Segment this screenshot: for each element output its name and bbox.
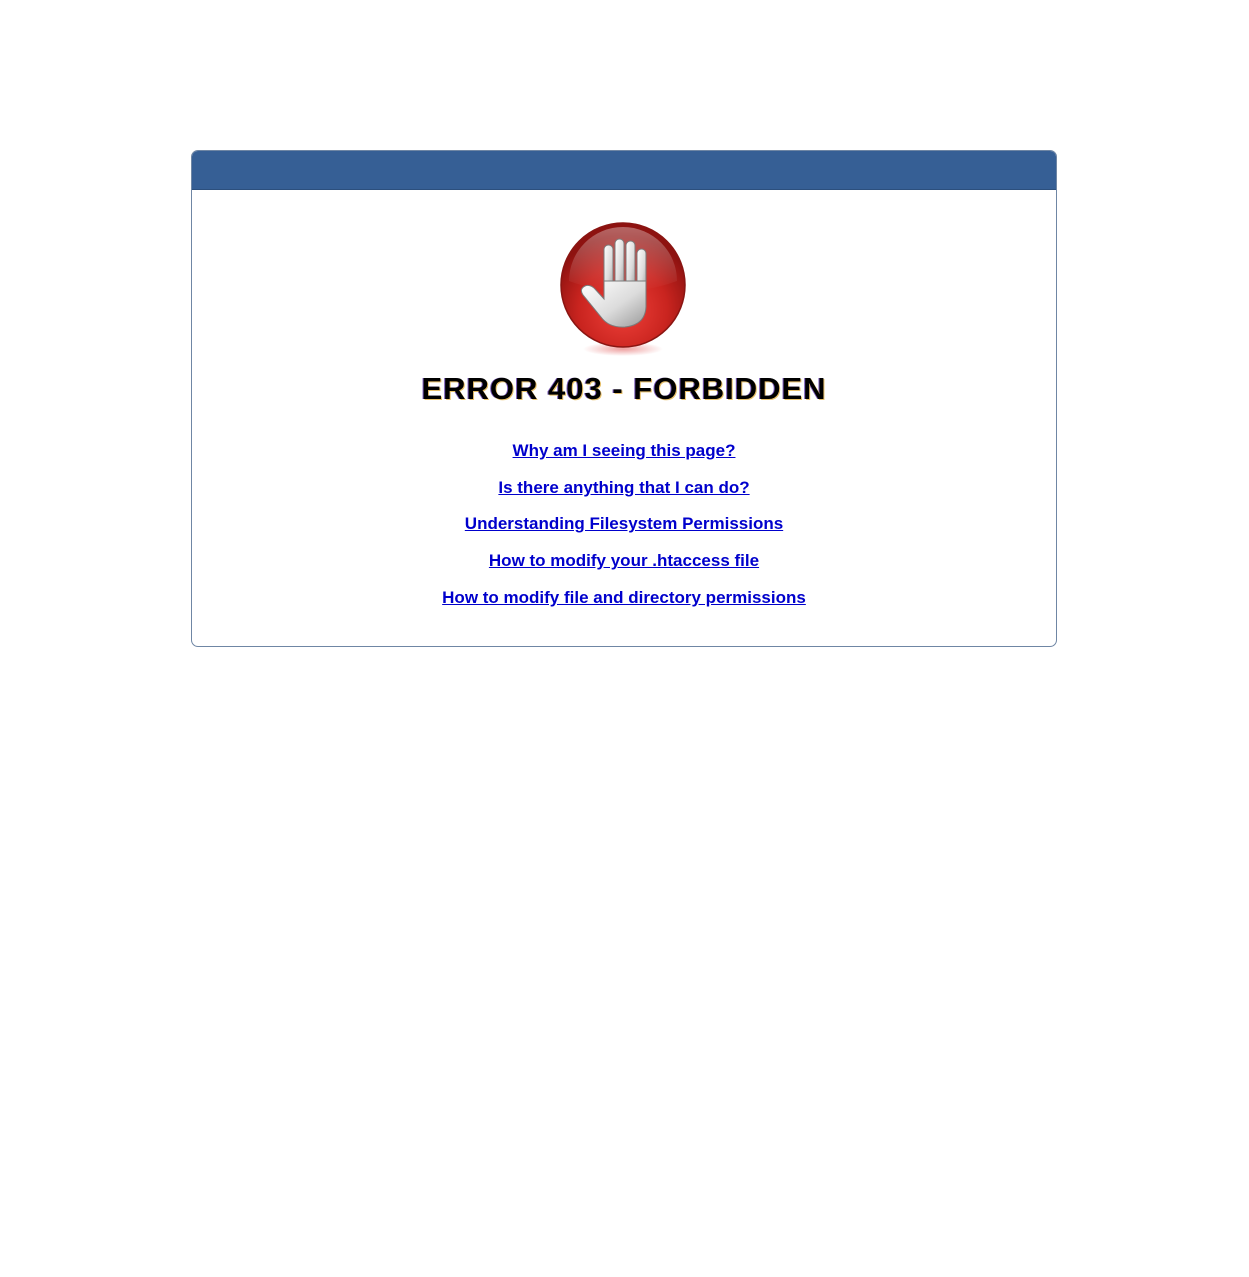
link-anything-i-can-do[interactable]: Is there anything that I can do? (192, 478, 1056, 498)
stop-hand-icon (560, 222, 686, 356)
error-title: ERROR 403 - FORBIDDEN (421, 371, 827, 406)
link-filesystem-permissions[interactable]: Understanding Filesystem Permissions (192, 514, 1056, 534)
link-modify-htaccess[interactable]: How to modify your .htaccess file (192, 551, 1056, 571)
help-links: Why am I seeing this page? Is there anyt… (192, 441, 1056, 608)
link-why-seeing-page[interactable]: Why am I seeing this page? (192, 441, 1056, 461)
link-modify-file-permissions[interactable]: How to modify file and directory permiss… (192, 588, 1056, 608)
page: ERROR 403 - FORBIDDEN Why am I seeing th… (0, 0, 1249, 1277)
card-body: ERROR 403 - FORBIDDEN Why am I seeing th… (192, 221, 1056, 608)
error-card: ERROR 403 - FORBIDDEN Why am I seeing th… (191, 150, 1057, 647)
card-header-bar (192, 151, 1056, 190)
